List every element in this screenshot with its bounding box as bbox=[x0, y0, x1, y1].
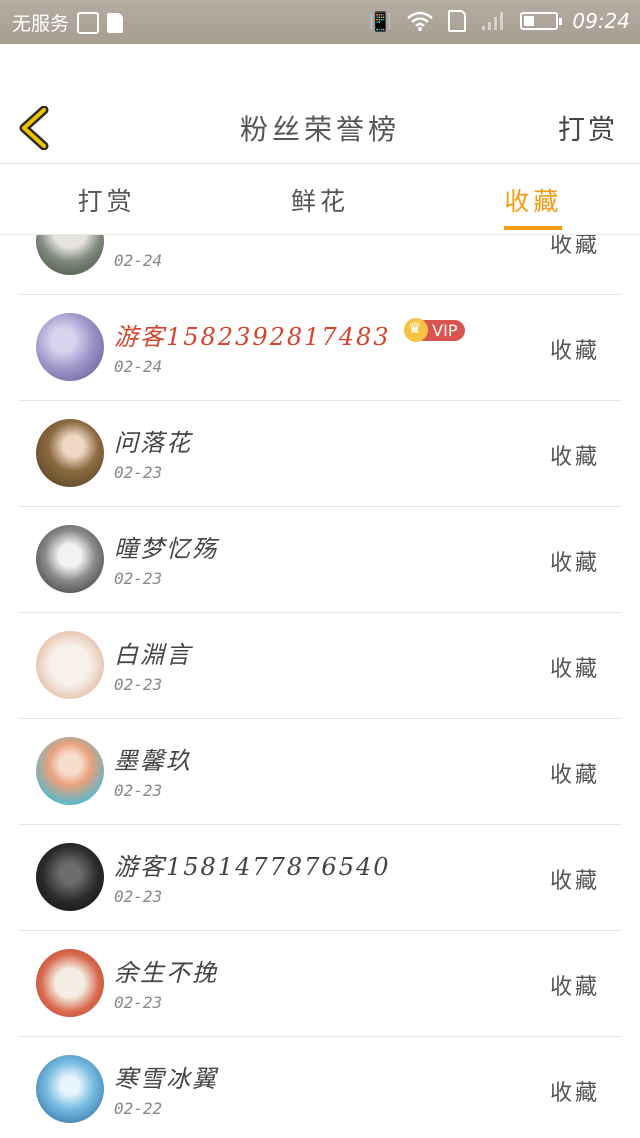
fan-action-label: 收藏 bbox=[549, 1081, 600, 1106]
vip-badge: VIP bbox=[404, 318, 466, 342]
avatar bbox=[36, 525, 104, 593]
crown-icon bbox=[404, 318, 429, 342]
list-item[interactable]: 曈梦忆殇 02-23 收藏 bbox=[18, 507, 622, 613]
fan-name: 白淵言 bbox=[114, 641, 192, 669]
fan-date: 02-24 bbox=[114, 251, 163, 270]
battery-icon bbox=[520, 12, 563, 30]
fan-action-label: 收藏 bbox=[549, 339, 600, 364]
fan-name: 寒雪冰翼 bbox=[114, 1065, 218, 1093]
sim-icon bbox=[448, 10, 467, 32]
tab-bar: 打赏 鲜花 收藏 bbox=[0, 165, 640, 235]
list-item[interactable]: 寒雪冰翼 02-22 收藏 bbox=[18, 1037, 622, 1138]
avatar bbox=[36, 313, 104, 381]
fan-name: 游客1582392817483 VIP bbox=[114, 317, 466, 352]
fan-action-label: 收藏 bbox=[549, 657, 600, 682]
fan-action-label: 收藏 bbox=[549, 869, 600, 894]
tab-label: 鲜花 bbox=[290, 187, 349, 216]
list-item[interactable]: 余生不挽 02-23 收藏 bbox=[18, 931, 622, 1037]
avatar bbox=[36, 1055, 104, 1123]
fan-name: 问落花 bbox=[114, 429, 192, 457]
fan-list[interactable]: 02-24 收藏 游客1582392817483 VIP 02-24 收藏 问落… bbox=[18, 235, 622, 1138]
list-item[interactable]: 游客1581477876540 02-23 收藏 bbox=[18, 825, 622, 931]
list-item[interactable]: 墨馨玖 02-23 收藏 bbox=[18, 719, 622, 825]
signal-icon bbox=[482, 12, 504, 30]
fan-date: 02-23 bbox=[114, 675, 163, 694]
fan-action-label: 收藏 bbox=[549, 445, 600, 470]
vip-label: VIP bbox=[422, 319, 466, 341]
tab-flowers[interactable]: 鲜花 bbox=[213, 165, 426, 234]
fan-date: 02-23 bbox=[114, 781, 163, 800]
fan-date: 02-23 bbox=[114, 463, 163, 482]
fan-date: 02-22 bbox=[114, 1099, 163, 1118]
vibrate-icon: 📳 bbox=[368, 10, 393, 33]
header: 粉丝荣誉榜 打赏 bbox=[0, 44, 640, 164]
avatar bbox=[36, 949, 104, 1017]
fan-date: 02-23 bbox=[114, 993, 163, 1012]
carrier-label: 无服务 bbox=[12, 13, 70, 35]
fan-name: 曈梦忆殇 bbox=[114, 535, 218, 563]
list-item[interactable]: 游客1582392817483 VIP 02-24 收藏 bbox=[18, 295, 622, 401]
page-title: 粉丝荣誉榜 bbox=[239, 113, 400, 146]
sd-card-icon bbox=[107, 12, 124, 33]
fan-name: 游客1581477876540 bbox=[114, 853, 391, 881]
fan-date: 02-24 bbox=[114, 357, 163, 376]
fan-date: 02-23 bbox=[114, 887, 163, 906]
avatar bbox=[36, 235, 104, 275]
fan-name: 余生不挽 bbox=[114, 959, 218, 987]
tab-label: 收藏 bbox=[504, 187, 563, 216]
avatar bbox=[36, 737, 104, 805]
avatar bbox=[36, 843, 104, 911]
reward-button[interactable]: 打赏 bbox=[558, 108, 618, 147]
fan-action-label: 收藏 bbox=[549, 975, 600, 1000]
fan-action-label: 收藏 bbox=[549, 551, 600, 576]
avatar bbox=[36, 631, 104, 699]
fan-action-label: 收藏 bbox=[549, 763, 600, 788]
active-tab-indicator bbox=[504, 226, 563, 230]
tab-reward[interactable]: 打赏 bbox=[0, 165, 213, 234]
fan-name: 墨馨玖 bbox=[114, 747, 192, 775]
status-bar: 无服务 📳 09:24 bbox=[0, 0, 640, 44]
avatar bbox=[36, 419, 104, 487]
wifi-icon bbox=[407, 11, 434, 31]
list-item[interactable]: 白淵言 02-23 收藏 bbox=[18, 613, 622, 719]
fan-name-text: 游客1582392817483 bbox=[114, 323, 391, 351]
fan-action-label: 收藏 bbox=[549, 235, 600, 258]
tab-favorites[interactable]: 收藏 bbox=[427, 165, 640, 234]
list-item[interactable]: 02-24 收藏 bbox=[18, 235, 622, 295]
list-item[interactable]: 问落花 02-23 收藏 bbox=[18, 401, 622, 507]
fan-date: 02-23 bbox=[114, 569, 163, 588]
status-time: 09:24 bbox=[572, 9, 630, 33]
image-icon bbox=[77, 11, 100, 34]
tab-label: 打赏 bbox=[77, 187, 136, 216]
